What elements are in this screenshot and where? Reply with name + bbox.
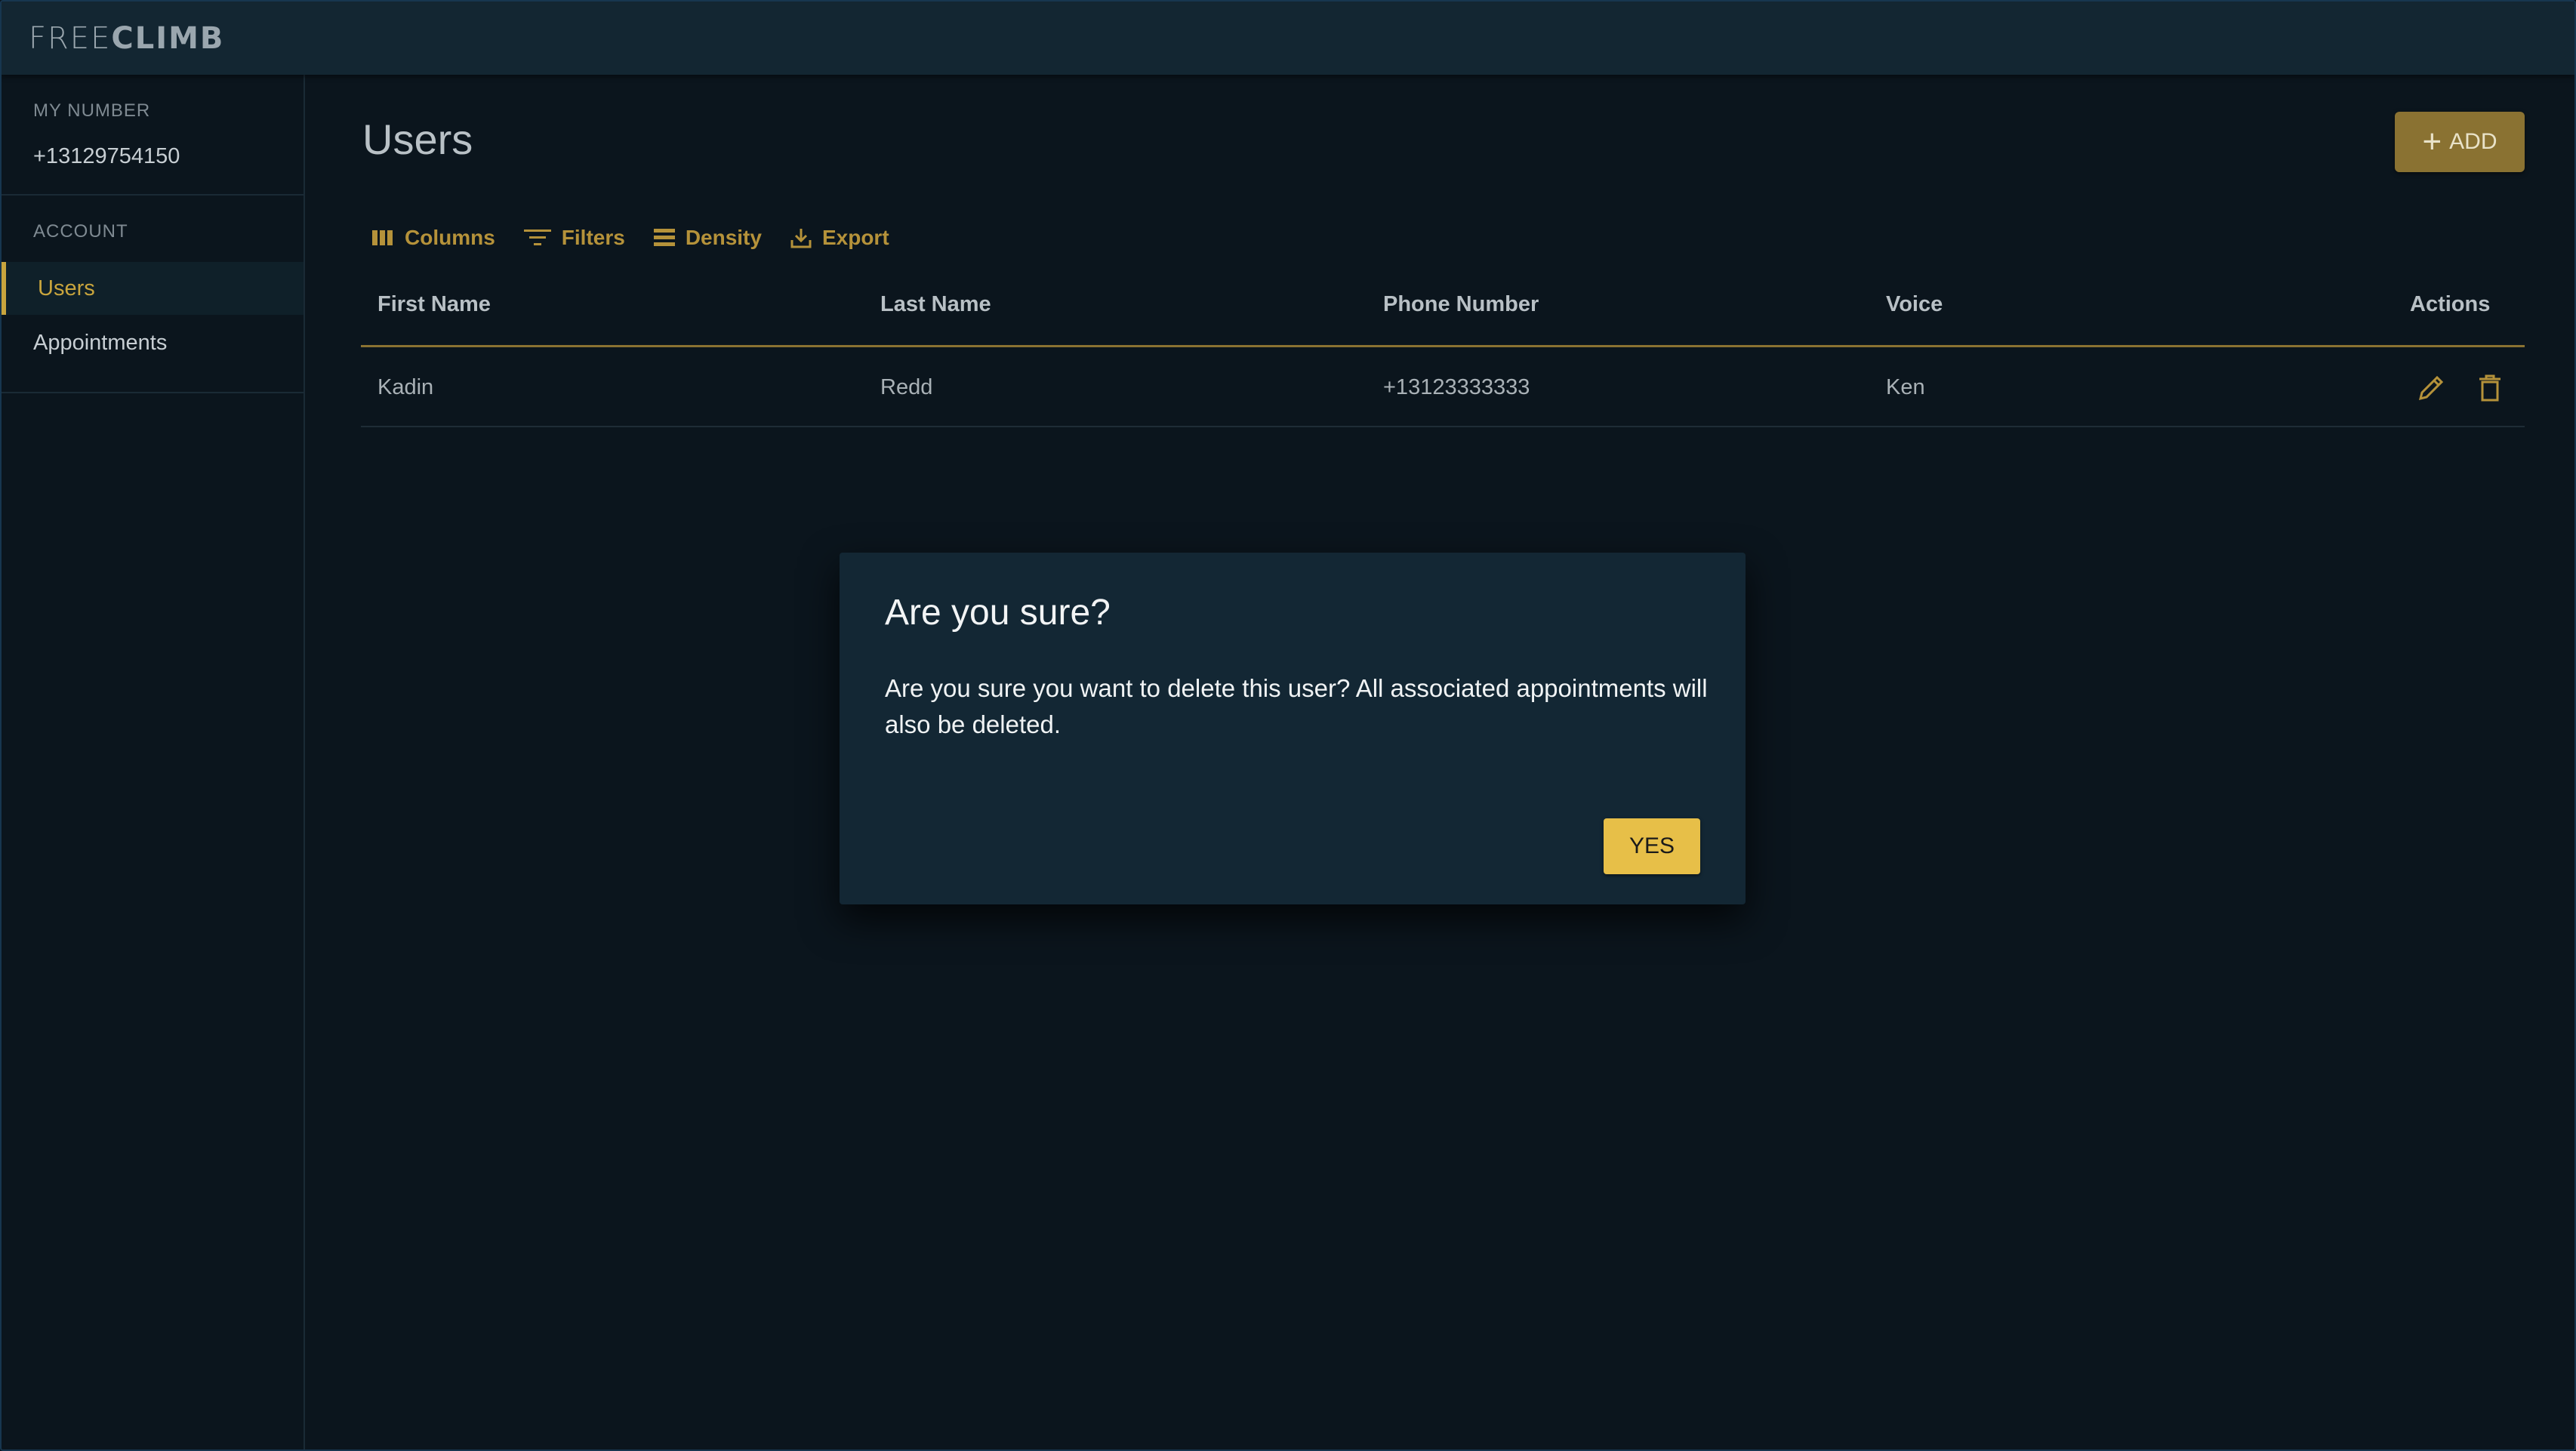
columns-label: Columns — [405, 226, 495, 249]
top-app-bar: FREECLIMB — [2, 2, 2574, 75]
export-button[interactable]: Export — [790, 226, 889, 250]
freeclimb-logo[interactable]: FREECLIMB — [29, 21, 224, 56]
add-user-button[interactable]: + ADD — [2395, 112, 2525, 172]
filter-icon — [523, 230, 551, 245]
column-header-last-name[interactable]: Last Name — [880, 281, 991, 347]
sidebar-divider — [2, 194, 304, 196]
table-header: First Name Last Name Phone Number Voice … — [361, 281, 2525, 347]
my-number-value: +13129754150 — [33, 144, 180, 168]
sidebar-item-appointments[interactable]: Appointments — [2, 316, 304, 369]
cell-voice: Ken — [1886, 375, 1925, 399]
my-number-caption: MY NUMBER — [33, 100, 151, 121]
filters-label: Filters — [561, 226, 625, 249]
columns-icon — [372, 230, 393, 245]
column-header-actions: Actions — [2410, 292, 2491, 316]
filters-button[interactable]: Filters — [523, 226, 625, 250]
add-button-label: ADD — [2449, 129, 2497, 154]
grid-toolbar: Columns Filters Density Export — [371, 219, 918, 257]
sidebar-item-users[interactable]: Users — [2, 262, 304, 315]
sidebar-item-label: Appointments — [33, 331, 168, 355]
table-row[interactable]: Kadin Redd +13123333333 Ken — [361, 349, 2525, 427]
export-label: Export — [821, 226, 889, 249]
sidebar-divider — [2, 392, 304, 393]
dialog-message: Are you sure you want to delete this use… — [885, 674, 1708, 738]
dialog-title: Are you sure? — [885, 593, 1111, 633]
edit-pencil-icon[interactable] — [2416, 373, 2446, 403]
cell-first-name: Kadin — [377, 375, 434, 399]
logo-free-text: FREE — [29, 21, 112, 56]
column-header-phone-number[interactable]: Phone Number — [1383, 281, 1539, 347]
cell-last-name: Redd — [880, 375, 933, 399]
page-title: Users — [362, 116, 473, 163]
download-icon — [790, 229, 812, 248]
column-header-first-name[interactable]: First Name — [377, 281, 491, 347]
logo-climb-text: CLIMB — [111, 21, 225, 56]
cell-phone-number: +13123333333 — [1383, 375, 1530, 399]
density-button[interactable]: Density — [653, 226, 762, 250]
yes-button[interactable]: YES — [1604, 818, 1700, 874]
density-label: Density — [685, 226, 762, 249]
app-window: FREECLIMB MY NUMBER +13129754150 ACCOUNT… — [0, 0, 2576, 1451]
sidebar-item-label: Users — [38, 276, 95, 300]
delete-trash-icon[interactable] — [2476, 373, 2504, 403]
column-header-voice[interactable]: Voice — [1886, 281, 1943, 347]
sidebar: MY NUMBER +13129754150 ACCOUNT Users App… — [2, 75, 305, 1449]
plus-icon: + — [2422, 123, 2442, 160]
account-caption: ACCOUNT — [33, 221, 128, 242]
columns-button[interactable]: Columns — [371, 226, 495, 250]
density-icon — [653, 229, 675, 246]
